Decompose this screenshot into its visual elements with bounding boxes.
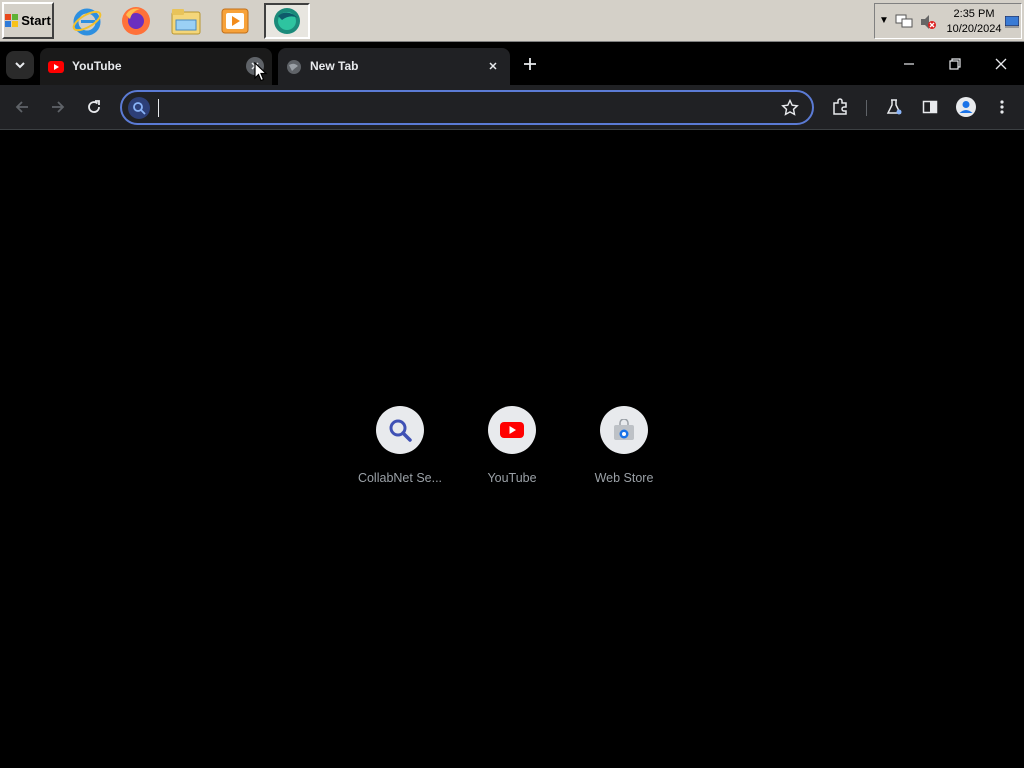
restore-icon	[949, 57, 961, 70]
windows-flag-icon	[5, 13, 19, 28]
tab-youtube[interactable]: YouTube	[40, 48, 272, 85]
arrow-right-icon	[52, 101, 65, 113]
arrow-left-icon	[15, 101, 28, 113]
back-button[interactable]	[8, 93, 36, 121]
file-explorer-icon[interactable]	[167, 3, 205, 39]
tab-search-button[interactable]	[6, 51, 34, 79]
youtube-icon	[500, 422, 524, 438]
chevron-down-icon	[15, 62, 25, 69]
youtube-icon	[48, 59, 64, 75]
browser-toolbar	[0, 85, 1024, 130]
shortcut-icon	[376, 406, 424, 454]
more-vertical-icon	[1000, 100, 1004, 114]
reload-icon	[88, 100, 100, 113]
close-icon	[995, 58, 1007, 69]
close-tab-button[interactable]	[484, 57, 502, 75]
mouse-cursor-icon	[254, 62, 268, 82]
clock-date: 10/20/2024	[946, 23, 1002, 35]
plus-icon	[524, 58, 536, 70]
minimize-icon	[904, 62, 914, 65]
address-input[interactable]	[156, 96, 756, 120]
profile-button[interactable]	[952, 93, 980, 121]
browser-icon[interactable]	[264, 3, 310, 39]
search-icon	[128, 97, 150, 119]
firefox-icon[interactable]	[117, 3, 155, 39]
start-label: Start	[21, 13, 51, 28]
volume-muted-icon[interactable]	[919, 13, 937, 36]
media-player-icon[interactable]	[216, 3, 254, 39]
shortcut-label: Web Store	[594, 471, 654, 485]
tab-title: YouTube	[72, 59, 122, 73]
shortcut-collabnet[interactable]: CollabNet Se...	[344, 406, 456, 485]
chevron-down-icon[interactable]: ▼	[879, 15, 889, 26]
show-desktop-icon[interactable]	[1004, 15, 1020, 33]
windows-taskbar: Start ▼ 2:35 PM 10/20/2024	[0, 0, 1024, 42]
internet-explorer-icon[interactable]	[68, 3, 106, 39]
side-panel-icon	[922, 100, 938, 114]
address-bar[interactable]	[120, 90, 814, 125]
toolbar-divider	[866, 100, 867, 116]
reload-button[interactable]	[80, 93, 108, 121]
system-tray: ▼ 2:35 PM 10/20/2024	[874, 3, 1022, 39]
close-window-button[interactable]	[978, 42, 1024, 85]
side-panel-button[interactable]	[916, 93, 944, 121]
puzzle-icon	[833, 98, 847, 115]
search-icon	[389, 419, 412, 442]
close-icon	[489, 62, 497, 70]
bookmark-star-icon[interactable]	[780, 98, 800, 118]
labs-button[interactable]	[880, 93, 908, 121]
flask-icon	[886, 99, 902, 115]
shortcut-web-store[interactable]: Web Store	[568, 406, 680, 485]
tab-new-tab[interactable]: New Tab	[278, 48, 510, 85]
start-button[interactable]: Start	[2, 2, 54, 39]
shortcut-icon	[488, 406, 536, 454]
menu-button[interactable]	[988, 93, 1016, 121]
new-tab-page: CollabNet Se... YouTube Web Store	[0, 131, 1024, 768]
tab-title: New Tab	[310, 59, 359, 73]
new-tab-button[interactable]	[518, 51, 542, 77]
forward-button[interactable]	[44, 93, 72, 121]
clock[interactable]: 2:35 PM 10/20/2024	[945, 7, 1003, 37]
avatar-icon	[956, 97, 976, 117]
shortcut-youtube[interactable]: YouTube	[456, 406, 568, 485]
minimize-button[interactable]	[886, 42, 932, 85]
shortcut-label: CollabNet Se...	[357, 471, 443, 485]
text-cursor	[158, 99, 159, 117]
extensions-button[interactable]	[826, 93, 854, 121]
clock-time: 2:35 PM	[953, 8, 995, 20]
globe-icon	[286, 59, 302, 75]
tab-strip: YouTube New Tab	[0, 42, 1024, 85]
network-icon[interactable]	[895, 13, 913, 34]
restore-button[interactable]	[932, 42, 978, 85]
shortcut-label: YouTube	[487, 471, 537, 485]
web-store-icon	[614, 419, 634, 440]
shortcut-icon	[600, 406, 648, 454]
